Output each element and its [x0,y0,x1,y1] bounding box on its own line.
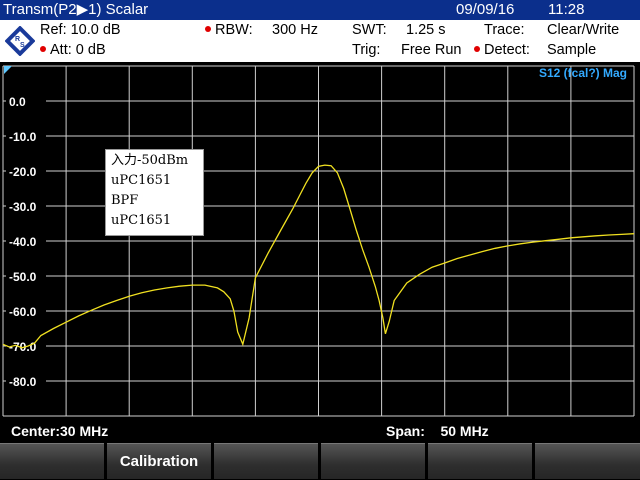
att-text: Att: 0 dB [50,42,106,58]
annotation-line-3: BPF [111,193,139,208]
y-tick-label: -60.0 [9,305,37,319]
softkey-bar: Calibration [0,441,640,479]
softkey-1[interactable] [0,443,104,479]
y-axis-labels: 0.0-10.0-20.0-30.0-40.0-50.0-60.0-70.0-8… [6,95,46,389]
y-tick-label: -40.0 [9,235,37,249]
frequency-bar: Center:30 MHz Span: 50 MHz [0,421,640,441]
softkey-3[interactable] [214,443,318,479]
rbw-setting[interactable]: RBW: [205,20,253,40]
svg-text:S: S [20,42,25,49]
trig-value[interactable]: Free Run [401,40,461,60]
rbw-dot-icon [205,26,211,33]
span-frequency[interactable]: Span: 50 MHz [386,421,489,441]
rbw-value: 300 Hz [272,22,318,38]
y-tick-label: -10.0 [9,130,37,144]
trig-label: Trig: [352,42,381,58]
attenuation[interactable]: Att: 0 dB [40,40,106,60]
y-tick-label: -50.0 [9,270,37,284]
swt-label: SWT: [352,22,387,38]
softkey-4[interactable] [321,443,425,479]
measure-label: S12 (fcal?) Mag [539,66,627,80]
ref-level[interactable]: Ref: 10.0 dB [40,20,121,40]
softkey-5[interactable] [428,443,532,479]
annotation-line-4: uPC1651 [111,213,172,228]
rohde-schwarz-logo-icon: R S [5,26,35,56]
settings-panel: R S Ref: 10.0 dB Att: 0 dB RBW: 300 Hz S… [0,20,640,62]
softkey-calibration[interactable]: Calibration [107,443,211,479]
att-dot-icon [40,46,46,53]
softkey-6[interactable] [535,443,640,479]
swt-value[interactable]: 1.25 s [406,20,446,40]
marker-corner-icon [4,66,12,74]
annotation-line-1: 入力-50dBm [111,153,189,168]
detect-dot-icon [474,46,480,53]
y-tick-label: -30.0 [9,200,37,214]
date-display: 09/09/16 [456,1,515,18]
detect-label: Detect: [484,42,530,58]
annotation-box: 入力-50dBm uPC1651 BPF uPC1651 [105,149,204,236]
annotation-line-2: uPC1651 [111,173,172,188]
detect-setting[interactable]: Detect: [474,40,530,60]
rbw-label: RBW: [215,22,253,38]
y-tick-label: 0.0 [9,95,26,109]
y-tick-label: -80.0 [9,375,37,389]
window-title: Transm(P2▶1) Scalar [3,1,149,18]
y-tick-label: -20.0 [9,165,37,179]
trace-value[interactable]: Clear/Write [547,20,619,40]
trace-plot[interactable]: S12 (fcal?) Mag 0.0 -10.0 -20.0 -30.0 -40.0 -… [0,62,640,421]
time-display: 11:28 [548,1,585,18]
center-frequency[interactable]: Center:30 MHz [11,421,108,441]
detect-value: Sample [547,42,597,58]
trace-label: Trace: [484,22,525,38]
title-bar: Transm(P2▶1) Scalar 09/09/16 11:28 [0,0,640,20]
